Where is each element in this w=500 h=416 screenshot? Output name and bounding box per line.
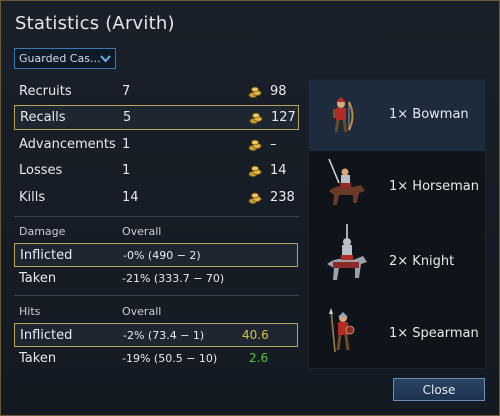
stat-row-losses[interactable]: Losses 1 14 [14,159,299,184]
unit-item-horseman[interactable]: 1× Horseman [309,152,485,223]
scenario-dropdown-value: Guarded Cas... [19,52,101,65]
hits-inflicted-value: -2% (73.4 − 1) [123,329,205,342]
unit-label: 1× Bowman [389,107,469,122]
unit-item-spearman[interactable]: 1× Spearman [309,296,485,367]
stat-value: 1 [122,137,131,152]
hits-taken-extra: 2.6 [249,351,269,365]
section-divider [14,295,299,296]
damage-inflicted-label: Inflicted [20,248,73,263]
stat-row-recalls[interactable]: Recalls 5 127 [14,105,299,130]
unit-list[interactable]: 1× Bowman 1× Horseman 2× Knight 1× Spear… [308,79,486,369]
hits-inflicted-extra: 40.6 [242,328,269,342]
damage-taken-label: Taken [19,271,57,286]
unit-label: 1× Horseman [389,179,480,194]
stat-value: 14 [122,190,139,205]
unit-item-knight[interactable]: 2× Knight [309,224,485,295]
damage-inflicted-value: -0% (490 − 2) [123,249,201,262]
hits-taken-row[interactable]: Taken -19% (50.5 − 10) 2.6 [14,347,298,371]
hits-taken-value: -19% (50.5 − 10) [122,352,218,365]
gold-coins-icon [248,165,262,177]
damage-overall-header: Overall [122,225,162,238]
unit-item-bowman[interactable]: 1× Bowman [309,80,485,151]
damage-taken-row[interactable]: Taken -21% (333.7 − 70) [14,267,298,291]
gold-coins-icon [248,86,262,98]
stat-value: 1 [122,163,131,178]
stat-label: Kills [19,190,46,205]
stat-row-kills[interactable]: Kills 14 238 [14,186,299,211]
dialog-title: Statistics (Arvith) [15,13,175,34]
statistics-dialog: Statistics (Arvith) Guarded Cas... Recru… [0,0,500,416]
damage-taken-value: -21% (333.7 − 70) [122,272,225,285]
stat-row-advancements[interactable]: Advancements 1 – [14,133,299,158]
hits-overall-header: Overall [122,305,162,318]
gold-coins-icon [248,192,262,204]
stat-row-recruits[interactable]: Recruits 7 98 [14,80,299,105]
spearman-sprite-icon [329,308,355,353]
stat-label: Losses [19,163,63,178]
section-divider [14,216,299,217]
stat-value: 5 [123,110,132,125]
gold-coins-icon [249,112,263,124]
stat-cost: 14 [270,163,287,178]
knight-sprite-icon [327,224,367,280]
hits-taken-label: Taken [19,351,57,366]
gold-coins-icon [248,139,262,151]
scenario-dropdown[interactable]: Guarded Cas... [14,48,116,69]
damage-header: Damage [19,225,66,238]
stat-cost: 98 [270,84,287,99]
stat-cost: – [270,137,277,152]
stat-value: 7 [122,84,131,99]
bowman-sprite-icon [333,97,354,133]
stat-label: Advancements [19,137,116,152]
hits-inflicted-row[interactable]: Inflicted -2% (73.4 − 1) 40.6 [14,323,298,347]
chevron-down-icon [100,55,111,63]
stat-cost: 238 [270,190,295,205]
stat-label: Recruits [19,84,72,99]
hits-header: Hits [19,305,41,318]
unit-label: 1× Spearman [389,326,479,341]
damage-inflicted-row[interactable]: Inflicted -0% (490 − 2) [14,243,298,267]
unit-label: 2× Knight [389,254,455,269]
hits-inflicted-label: Inflicted [20,328,73,343]
close-button[interactable]: Close [393,378,485,401]
stat-label: Recalls [20,110,66,125]
stat-cost: 127 [271,110,296,125]
horseman-sprite-icon [328,158,365,205]
